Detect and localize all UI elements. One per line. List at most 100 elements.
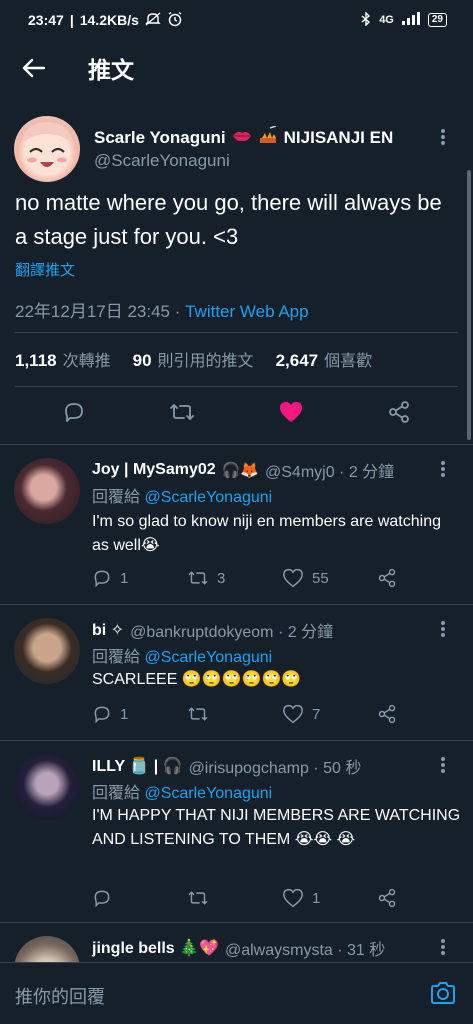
author-name-row[interactable]: Scarle Yonaguni NIJISANJI EN [94, 125, 394, 149]
bluetooth-icon [361, 10, 371, 29]
tweet-meta: 22年12月17日 23:45 · Twitter Web App [15, 297, 309, 322]
reply-tweet[interactable]: bi ✧ @bankruptdokyeom · 2 分鐘 回覆給 @Scarle… [0, 604, 473, 740]
reply-icon [94, 890, 110, 908]
avatar[interactable] [14, 458, 80, 524]
more-vertical-icon [441, 939, 445, 955]
reply-button[interactable] [62, 400, 86, 429]
add-photo-button[interactable] [430, 981, 456, 1010]
share-icon [378, 568, 396, 588]
reply-author-name[interactable]: jingle bells 🎄💖 [92, 938, 219, 958]
status-speed: 14.2KB/s [79, 12, 139, 28]
reply-actions: 1 3 55 [92, 568, 472, 588]
status-bar: 23:47 | 14.2KB/s 4G 29 [0, 0, 473, 40]
more-options-button[interactable] [440, 128, 446, 151]
like-button[interactable]: 7 [282, 704, 377, 724]
author-handle[interactable]: @ScarleYonaguni [94, 151, 230, 171]
alarm-icon [167, 11, 183, 30]
avatar[interactable] [14, 618, 80, 684]
heart-icon [283, 888, 303, 908]
like-button[interactable]: 55 [282, 568, 377, 588]
likes-count[interactable]: 2,647 [276, 351, 319, 371]
translate-link[interactable]: 翻譯推文 [15, 259, 75, 280]
reply-actions: 1 7 [92, 704, 472, 724]
likes-label[interactable]: 個喜歡 [324, 347, 372, 371]
more-options-button[interactable] [440, 460, 446, 483]
more-vertical-icon [441, 757, 445, 773]
reply-author-handle[interactable]: @S4myj0 · 2 分鐘 [265, 458, 394, 482]
divider [15, 332, 458, 333]
back-button[interactable] [0, 40, 68, 96]
reply-input[interactable]: 推你的回覆 [15, 983, 105, 1009]
reply-author-name[interactable]: Joy | MySamy02 [92, 461, 216, 479]
retweet-icon [188, 891, 208, 905]
reply-author-handle[interactable]: @irisupogchamp · 50 秒 [189, 754, 362, 778]
headphones-icon: 🎧🦊 [221, 461, 260, 479]
network-label: 4G [379, 14, 394, 26]
more-options-button[interactable] [440, 756, 446, 779]
camera-icon [431, 982, 455, 1004]
reply-button[interactable]: 1 [92, 568, 187, 588]
retweet-button[interactable] [169, 401, 195, 428]
reply-to-line: 回覆給 @ScarleYonaguni [92, 489, 273, 506]
scrollbar[interactable] [467, 170, 471, 440]
avatar[interactable] [14, 754, 80, 820]
reply-tweet[interactable]: jingle bells 🎄💖 @alwaysmysta · 31 秒 [0, 922, 473, 962]
app-bar: 推文 [0, 40, 473, 96]
retweets-label[interactable]: 次轉推 [63, 347, 111, 371]
reply-to-handle[interactable]: @ScarleYonaguni [144, 785, 272, 802]
reply-text: I'm so glad to know niji en members are … [92, 513, 441, 554]
quotes-label[interactable]: 則引用的推文 [158, 347, 254, 371]
reply-tweet[interactable]: ILLY 🫙 | 🎧 @irisupogchamp · 50 秒 回覆給 @Sc… [0, 740, 473, 922]
more-options-button[interactable] [440, 938, 446, 961]
avatar[interactable] [14, 116, 80, 182]
guitar-icon [258, 125, 278, 149]
retweet-button[interactable] [187, 889, 282, 907]
status-time: 23:47 [28, 12, 64, 28]
main-tweet: Scarle Yonaguni NIJISANJI EN @ScarleYona… [0, 104, 473, 444]
share-button[interactable] [387, 400, 411, 429]
like-button[interactable]: 1 [282, 888, 377, 908]
tweet-source-link[interactable]: Twitter Web App [185, 302, 308, 321]
avatar[interactable] [14, 936, 80, 962]
reply-icon [64, 402, 83, 422]
share-icon [389, 400, 410, 423]
reply-button[interactable] [92, 888, 187, 908]
share-button[interactable] [377, 704, 472, 724]
share-button[interactable] [377, 888, 472, 908]
more-options-button[interactable] [440, 620, 446, 643]
retweets-count[interactable]: 1,118 [15, 351, 57, 371]
like-button[interactable] [278, 400, 304, 429]
share-button[interactable] [377, 568, 472, 588]
tweet-actions [0, 394, 473, 434]
reply-to-handle[interactable]: @ScarleYonaguni [144, 649, 272, 666]
like-count: 7 [312, 705, 321, 723]
reply-text: SCARLEEE 🙄🙄🙄🙄🙄🙄 [92, 671, 302, 688]
quotes-count[interactable]: 90 [133, 351, 152, 371]
retweet-count: 3 [217, 569, 226, 587]
heart-icon [283, 704, 303, 724]
retweet-button[interactable]: 3 [187, 569, 282, 587]
reply-to-line: 回覆給 @ScarleYonaguni [92, 649, 273, 666]
share-icon [378, 704, 396, 724]
battery-icon: 29 [427, 13, 447, 27]
page-title: 推文 [88, 58, 134, 84]
author-affiliation: NIJISANJI EN [283, 127, 394, 147]
reply-button[interactable]: 1 [92, 704, 187, 724]
reply-author-handle[interactable]: @alwaysmysta · 31 秒 [225, 936, 385, 960]
author-name: Scarle Yonaguni [94, 127, 226, 147]
retweet-button[interactable] [187, 705, 282, 723]
reply-tweet[interactable]: Joy | MySamy02 🎧🦊 @S4myj0 · 2 分鐘 回覆給 @Sc… [0, 444, 473, 604]
reply-icon [94, 570, 110, 588]
reply-author-name[interactable]: ILLY 🫙 | 🎧 [92, 756, 183, 776]
reply-to-handle[interactable]: @ScarleYonaguni [144, 489, 272, 506]
reply-author-handle[interactable]: @bankruptdokyeom · 2 分鐘 [130, 618, 333, 642]
signal-icon [401, 12, 420, 28]
reply-text: I'M HAPPY THAT NIJI MEMBERS ARE WATCHING… [92, 807, 461, 848]
reply-composer[interactable]: 推你的回覆 [0, 962, 473, 1024]
reply-icon [94, 706, 110, 724]
retweet-icon [188, 707, 208, 721]
tweet-stats: 1,118 次轉推 90 則引用的推文 2,647 個喜歡 [15, 347, 372, 371]
reply-author-name[interactable]: bi ✧ [92, 620, 124, 640]
divider [15, 386, 458, 387]
like-count: 1 [312, 889, 321, 907]
